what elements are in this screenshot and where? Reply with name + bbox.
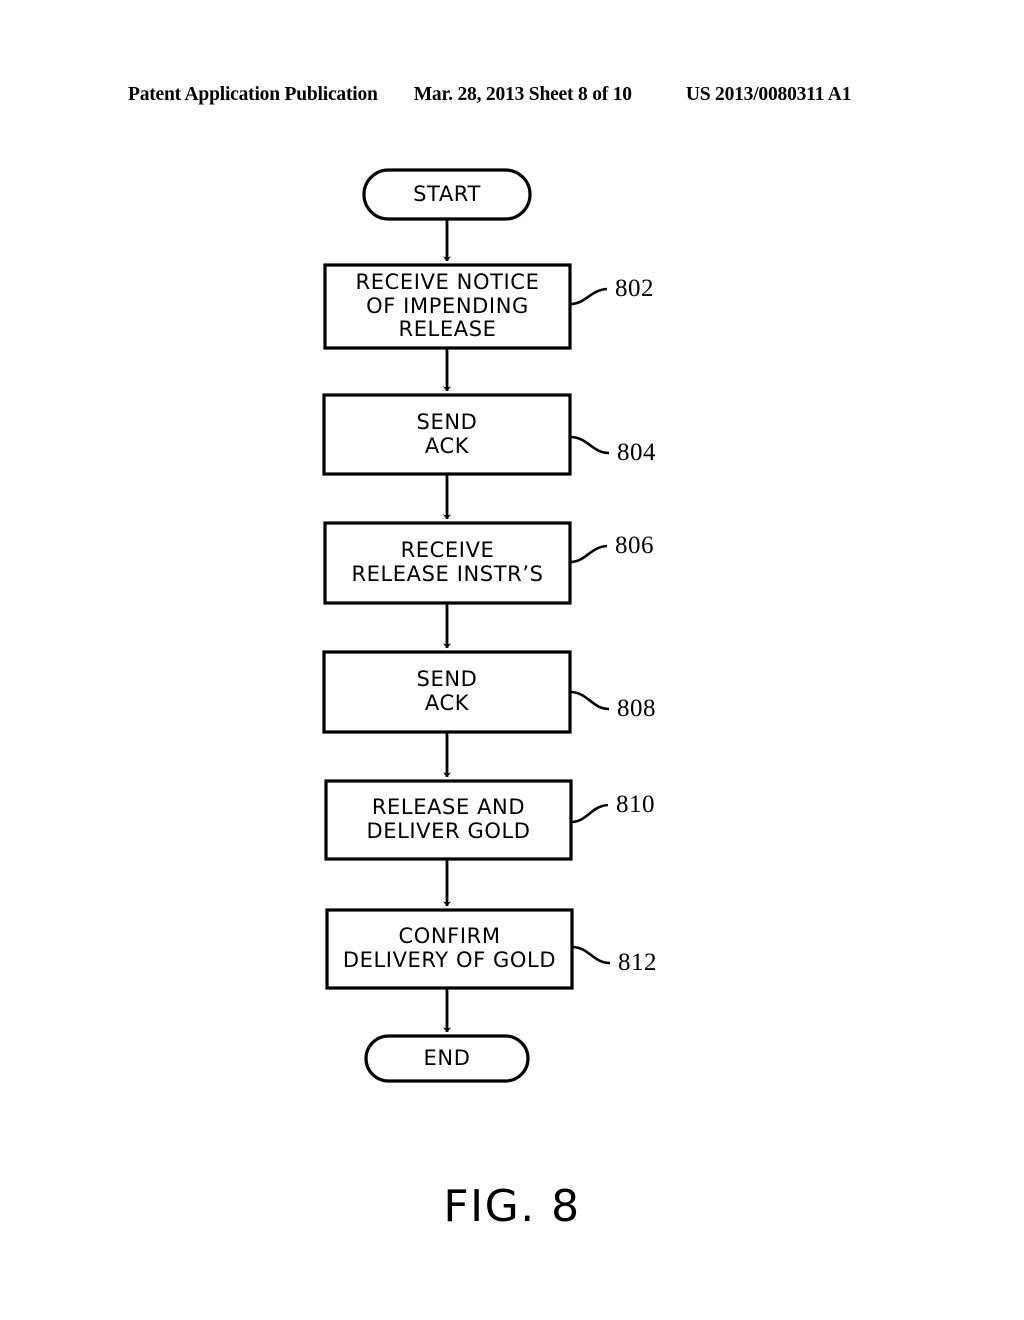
- step-box-804: [322, 393, 572, 476]
- leader-line-810: [570, 803, 609, 824]
- leader-line-802: [569, 287, 608, 306]
- reference-numeral-802: 802: [615, 275, 654, 302]
- reference-numeral-804: 804: [617, 439, 656, 466]
- step-box-802: [323, 263, 572, 350]
- end-terminator-shape: [364, 1034, 530, 1083]
- flowchart-diagram: [322, 168, 611, 1083]
- reference-numeral-810: 810: [616, 791, 655, 818]
- step-box-812: [325, 908, 574, 990]
- start-terminator-shape: [362, 168, 532, 221]
- reference-numeral-812: 812: [618, 949, 657, 976]
- leader-line-812: [571, 945, 611, 965]
- reference-numeral-808: 808: [617, 695, 656, 722]
- reference-numeral-806: 806: [615, 532, 654, 559]
- step-box-810: [324, 779, 573, 861]
- figure-caption: FIG. 8: [443, 1181, 581, 1232]
- leader-line-804: [569, 435, 610, 455]
- leader-line-806: [569, 544, 608, 564]
- patent-figure-8: START END RECEIVE NOTICE OF IMPENDING RE…: [0, 0, 1024, 1320]
- step-box-808: [322, 650, 572, 734]
- step-box-806: [323, 521, 572, 605]
- leader-line-808: [569, 690, 610, 711]
